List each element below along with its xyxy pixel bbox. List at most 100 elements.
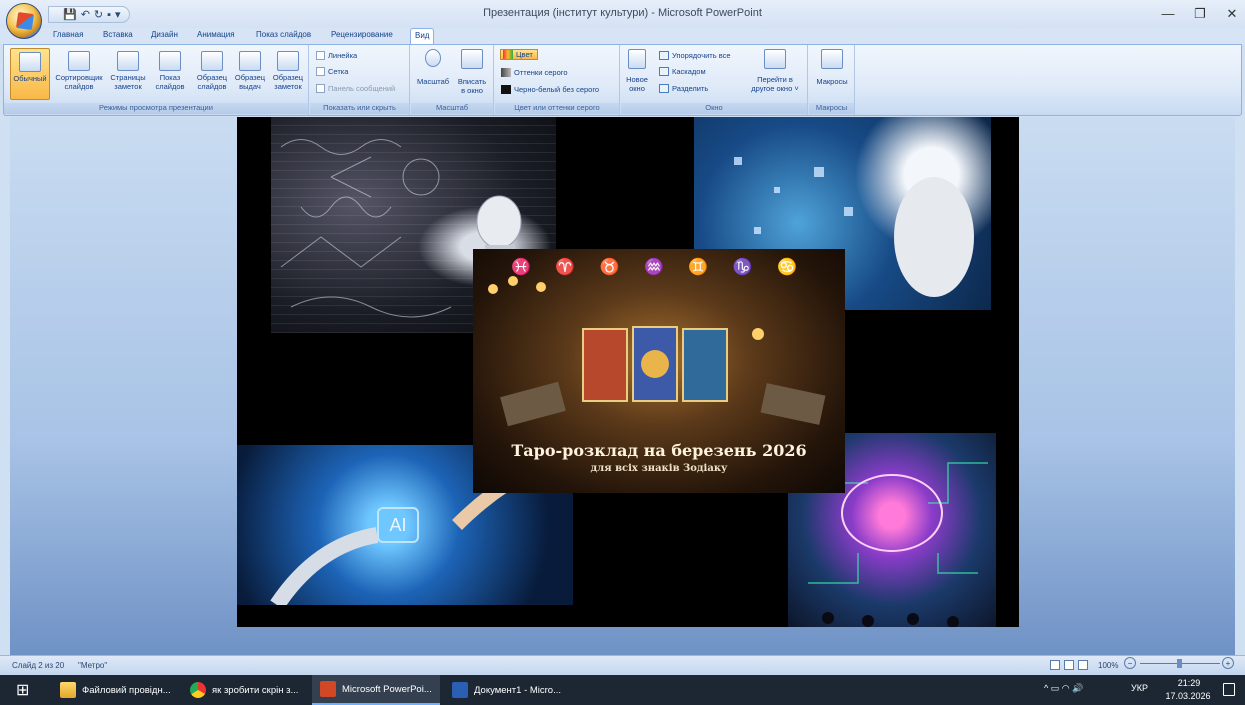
group-label: Цвет или оттенки серого xyxy=(495,103,619,114)
ruler-checkbox[interactable]: Линейка xyxy=(316,51,357,60)
minimize-button[interactable]: — xyxy=(1158,6,1178,21)
arrange-all-button[interactable]: Упорядочить все xyxy=(659,51,731,60)
taskbar-app-explorer[interactable]: Файловий провідн... xyxy=(60,675,171,705)
black-white-button[interactable]: Черно-белый без серого xyxy=(501,85,599,94)
word-icon xyxy=(452,682,468,698)
group-show-hide: Линейка Сетка Панель сообщений Показать … xyxy=(310,45,410,115)
notes-master-button[interactable]: Образец заметок xyxy=(268,51,308,91)
group-presentation-views: Обычный Сортировщик слайдов Страницы замет… xyxy=(4,45,309,115)
slideshow-button[interactable]: Показ слайдов xyxy=(150,51,190,91)
fit-to-window-button[interactable]: Вписать в окно xyxy=(453,49,491,95)
grayscale-button[interactable]: Оттенки серого xyxy=(501,68,568,77)
taskbar-app-chrome[interactable]: як зробити скрін з... xyxy=(190,675,298,705)
tab-home[interactable]: Главная xyxy=(53,30,83,39)
maximize-button[interactable]: ❐ xyxy=(1190,6,1210,22)
slide-sorter-icon xyxy=(68,51,90,71)
new-window-button[interactable]: Новое окно xyxy=(624,49,650,93)
handout-master-button[interactable]: Образец выдач xyxy=(230,51,270,91)
fit-window-icon xyxy=(461,49,483,69)
group-macros: Макросы Макросы xyxy=(809,45,855,115)
slide-counter: Слайд 2 из 20 xyxy=(12,661,65,670)
grid-checkbox[interactable]: Сетка xyxy=(316,67,348,76)
group-zoom: Масштаб Вписать в окно Масштаб xyxy=(411,45,494,115)
checkbox-icon xyxy=(316,51,325,60)
checkbox-icon xyxy=(316,67,325,76)
folder-icon xyxy=(60,682,76,698)
windows-taskbar: ⊞ Файловий провідн... як зробити скрін з… xyxy=(0,675,1245,705)
cascade-icon xyxy=(659,67,669,76)
split-button[interactable]: Разделить xyxy=(659,84,708,93)
notes-page-button[interactable]: Страницы заметок xyxy=(108,51,148,91)
taskbar-app-powerpoint[interactable]: Microsoft PowerPoi... xyxy=(312,675,440,705)
status-bar: Слайд 2 из 20 "Метро" 100% − + xyxy=(0,655,1245,675)
group-label: Окно xyxy=(621,103,807,114)
group-label: Макросы xyxy=(809,103,854,114)
switch-windows-icon xyxy=(764,49,786,69)
window-title: Презентация (інститут культури) - Micros… xyxy=(483,7,762,19)
zoom-button[interactable]: Масштаб xyxy=(415,49,451,86)
office-logo-icon xyxy=(15,11,35,31)
macros-button[interactable]: Макросы xyxy=(812,49,852,86)
zoom-out-button[interactable]: − xyxy=(1124,657,1136,669)
close-button[interactable]: ✕ xyxy=(1222,6,1242,22)
ribbon: Обычный Сортировщик слайдов Страницы замет… xyxy=(3,44,1242,116)
group-label: Режимы просмотра презентации xyxy=(4,103,308,114)
group-color-grayscale: Цвет Оттенки серого Черно-белый без серо… xyxy=(495,45,620,115)
switch-windows-button[interactable]: Перейти в другое окно ˅ xyxy=(746,49,804,93)
clock-time[interactable]: 21:29 xyxy=(1170,678,1208,688)
macros-icon xyxy=(821,49,843,69)
sorter-view-icon[interactable] xyxy=(1064,660,1074,670)
tab-insert[interactable]: Вставка xyxy=(103,30,133,39)
poster-subtitle: для всіх знаків Зодіаку xyxy=(590,463,728,474)
message-bar-checkbox[interactable]: Панель сообщений xyxy=(316,84,395,93)
taskbar-app-word[interactable]: Документ1 - Micro... xyxy=(452,675,561,705)
tab-animation[interactable]: Анимация xyxy=(197,30,235,39)
arrange-icon xyxy=(659,51,669,60)
notes-page-icon xyxy=(117,51,139,71)
split-icon xyxy=(659,84,669,93)
slide-sorter-button[interactable]: Сортировщик слайдов xyxy=(55,51,103,91)
color-button[interactable]: Цвет xyxy=(500,49,538,60)
tab-design[interactable]: Дизайн xyxy=(151,30,178,39)
powerpoint-icon xyxy=(320,681,336,697)
chrome-icon xyxy=(190,682,206,698)
handout-master-icon xyxy=(239,51,261,71)
group-window: Новое окно Упорядочить все Каскадом Разде… xyxy=(621,45,808,115)
tab-view[interactable]: Вид xyxy=(410,28,435,44)
tarot-poster-image: ♓ ♈ ♉ ♒ ♊ ♑ ♋ Таро-розклад на березень 2… xyxy=(473,249,845,493)
zoom-slider-thumb[interactable] xyxy=(1177,659,1182,668)
ai-chip: AI xyxy=(377,507,419,543)
title-bar: 💾 ↶ ↻ ▪ ▾ Презентация (інститут культури… xyxy=(0,0,1245,28)
magnifier-icon xyxy=(425,49,441,67)
tab-review[interactable]: Рецензирование xyxy=(331,30,393,39)
checkbox-icon xyxy=(316,84,325,93)
start-button[interactable]: ⊞ xyxy=(16,675,29,705)
office-button[interactable] xyxy=(6,3,42,39)
slide-master-icon xyxy=(201,51,223,71)
group-label: Показать или скрыть xyxy=(310,103,409,114)
normal-view-icon[interactable] xyxy=(1050,660,1060,670)
language-indicator[interactable]: УКР xyxy=(1131,683,1148,693)
poster-title: Таро-розклад на березень 2026 xyxy=(511,441,807,460)
tray-icons[interactable]: ^ ▭ ◠ 🔊 xyxy=(1044,683,1083,694)
slideshow-view-icon[interactable] xyxy=(1078,660,1088,670)
group-label: Масштаб xyxy=(411,103,493,114)
new-window-icon xyxy=(628,49,646,69)
color-icon xyxy=(503,50,513,59)
zoom-in-button[interactable]: + xyxy=(1222,657,1234,669)
zoom-level: 100% xyxy=(1098,661,1119,670)
slide-master-button[interactable]: Образец слайдов xyxy=(192,51,232,91)
black-white-icon xyxy=(501,85,511,94)
grayscale-icon xyxy=(501,68,511,77)
notes-master-icon xyxy=(277,51,299,71)
notifications-icon[interactable] xyxy=(1223,683,1235,696)
ribbon-tabs: Главная Вставка Дизайн Анимация Показ сл… xyxy=(0,28,1245,44)
slide-canvas[interactable]: AI ♓ ♈ ♉ ♒ ♊ ♑ ♋ Таро-розклад на березен… xyxy=(237,117,1019,627)
theme-name: "Метро" xyxy=(78,661,108,670)
normal-view-button[interactable]: Обычный xyxy=(10,48,50,100)
cascade-button[interactable]: Каскадом xyxy=(659,67,706,76)
clock-date[interactable]: 17.03.2026 xyxy=(1162,691,1214,701)
tab-slideshow[interactable]: Показ слайдов xyxy=(256,30,311,39)
slideshow-icon xyxy=(159,51,181,71)
normal-view-icon xyxy=(19,52,41,72)
